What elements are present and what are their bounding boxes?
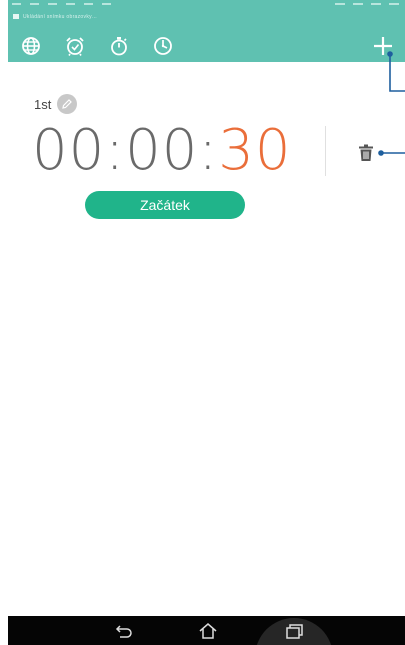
- time-separator: :: [105, 118, 126, 183]
- globe-icon[interactable]: [20, 35, 42, 57]
- status-icons-left: [12, 3, 111, 5]
- divider: [325, 126, 326, 176]
- timer-hours: 00: [32, 118, 106, 183]
- timer-icon[interactable]: [152, 35, 174, 57]
- add-timer-button[interactable]: [371, 33, 395, 59]
- plus-icon: [374, 37, 392, 55]
- status-bar: Ukládání snímku obrazovky…: [8, 0, 405, 30]
- status-notification: Ukládání snímku obrazovky…: [13, 14, 97, 20]
- status-icons-right: [335, 3, 399, 5]
- timer-label-row: 1st: [34, 94, 78, 114]
- screenshot-notification-icon: [13, 14, 19, 20]
- status-notice-text: Ukládání snímku obrazovky…: [23, 14, 98, 20]
- timer-seconds: 30: [218, 118, 292, 183]
- home-icon[interactable]: [198, 622, 218, 640]
- time-separator: :: [198, 118, 219, 183]
- trash-icon[interactable]: [358, 144, 374, 162]
- timer-time-display[interactable]: 00:00:30: [32, 118, 292, 184]
- recent-apps-icon[interactable]: [284, 622, 304, 640]
- back-icon[interactable]: [114, 622, 134, 640]
- start-button[interactable]: Začátek: [85, 191, 245, 219]
- stopwatch-icon[interactable]: [108, 35, 130, 57]
- app-window: Ukládání snímku obrazovky… 1st 00:00:30 …: [8, 0, 405, 645]
- alarm-clock-icon[interactable]: [64, 35, 86, 57]
- timer-label: 1st: [34, 96, 52, 112]
- toolbar: [8, 30, 405, 62]
- edit-pencil-icon[interactable]: [57, 94, 78, 114]
- navigation-bar: [8, 616, 405, 645]
- timer-minutes: 00: [125, 118, 199, 183]
